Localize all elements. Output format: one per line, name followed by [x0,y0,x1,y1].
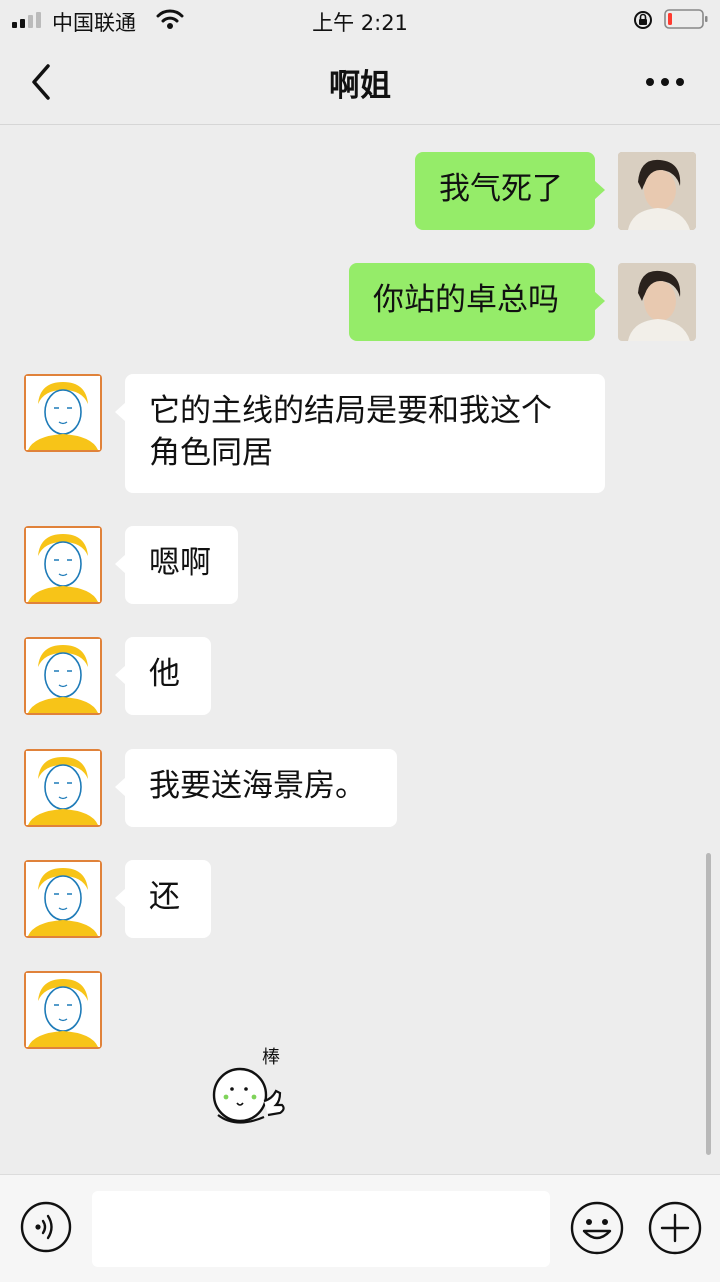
message-text: 我气死了 [439,171,563,207]
my-avatar[interactable] [618,152,696,230]
contact-avatar[interactable] [24,526,102,604]
message-input[interactable] [92,1191,550,1267]
status-bar: 中国联通 上午 2:21 [0,0,720,40]
status-time: 上午 2:21 [312,11,408,35]
thumbs-up-face-sticker[interactable]: 棒 [206,1043,296,1133]
message-bubble-received[interactable]: 嗯啊 [115,526,238,604]
voice-icon[interactable] [20,1201,72,1253]
more-dots-icon[interactable] [640,70,690,94]
message-bubble-sent[interactable]: 你站的卓总吗 [349,263,605,341]
scrollbar[interactable] [706,853,711,1155]
battery-icon [664,9,708,29]
message-text: 还 [149,879,180,915]
message-text: 你站的卓总吗 [373,282,559,318]
contact-avatar[interactable] [24,637,102,715]
message-bubble-sent[interactable]: 我气死了 [415,152,605,230]
chat-header: 啊姐 [0,40,720,125]
message-text: 他 [149,656,180,692]
orientation-lock-icon [634,11,652,29]
contact-avatar[interactable] [24,374,102,452]
contact-avatar[interactable] [24,860,102,938]
emoji-icon[interactable] [570,1201,624,1255]
message-text: 嗯啊 [149,545,211,581]
message-bubble-received[interactable]: 还 [115,860,211,938]
message-text: 我要送海景房。 [149,768,366,804]
message-list[interactable]: 我气死了 你站的卓总吗 它的主线的结局是要和我这个角色同居 嗯啊 他 我要送海景… [0,125,720,1174]
message-bubble-received[interactable]: 他 [115,637,211,715]
message-bubble-received[interactable]: 我要送海景房。 [115,749,397,827]
input-bar [0,1174,720,1282]
message-bubble-received[interactable]: 它的主线的结局是要和我这个角色同居 [115,374,605,493]
sticker-text: 棒 [262,1047,280,1068]
chat-title: 啊姐 [329,68,391,104]
contact-avatar[interactable] [24,749,102,827]
message-text: 它的主线的结局是要和我这个角色同居 [149,393,552,471]
plus-icon[interactable] [648,1201,702,1255]
contact-avatar[interactable] [24,971,102,1049]
my-avatar[interactable] [618,263,696,341]
